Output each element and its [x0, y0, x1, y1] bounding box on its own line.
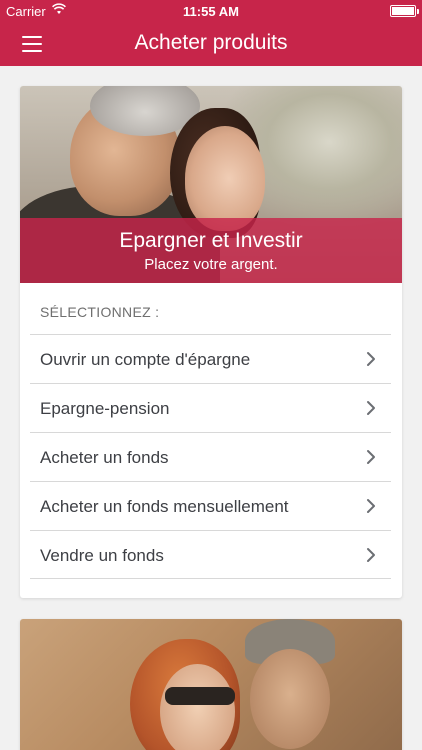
chevron-right-icon [367, 548, 375, 562]
clock: 11:55 AM [183, 4, 239, 19]
nav-bar: Acheter produits [0, 22, 422, 66]
list-item-buy-fund[interactable]: Acheter un fonds [30, 432, 391, 481]
savings-card: Epargner et Investir Placez votre argent… [20, 86, 402, 598]
chevron-right-icon [367, 499, 375, 513]
hero-image: Epargner et Investir Placez votre argent… [20, 86, 402, 283]
list-item-label: Epargne-pension [40, 399, 170, 418]
list-item-open-savings[interactable]: Ouvrir un compte d'épargne [30, 334, 391, 383]
second-card[interactable] [20, 619, 402, 750]
banner-subtitle: Placez votre argent. [144, 256, 278, 273]
hero-banner: Epargner et Investir Placez votre argent… [20, 218, 402, 283]
banner-title: Epargner et Investir [119, 229, 303, 252]
list-item-buy-fund-monthly[interactable]: Acheter un fonds mensuellement [30, 481, 391, 530]
list-item-pension-savings[interactable]: Epargne-pension [30, 383, 391, 432]
list-item-sell-fund[interactable]: Vendre un fonds [30, 530, 391, 579]
battery-icon [390, 5, 419, 17]
chevron-right-icon [367, 352, 375, 366]
chevron-right-icon [367, 450, 375, 464]
list-item-label: Acheter un fonds mensuellement [40, 497, 289, 516]
status-bar: Carrier 11:55 AM [0, 0, 422, 22]
section-label: SÉLECTIONNEZ : [40, 304, 160, 320]
page-title: Acheter produits [134, 31, 288, 54]
list-item-label: Acheter un fonds [40, 448, 169, 467]
chevron-right-icon [367, 401, 375, 415]
list-item-label: Ouvrir un compte d'épargne [40, 350, 251, 369]
options-list: Ouvrir un compte d'épargne Epargne-pensi… [30, 334, 391, 579]
hero-image-2 [20, 619, 402, 750]
list-item-label: Vendre un fonds [40, 546, 164, 565]
